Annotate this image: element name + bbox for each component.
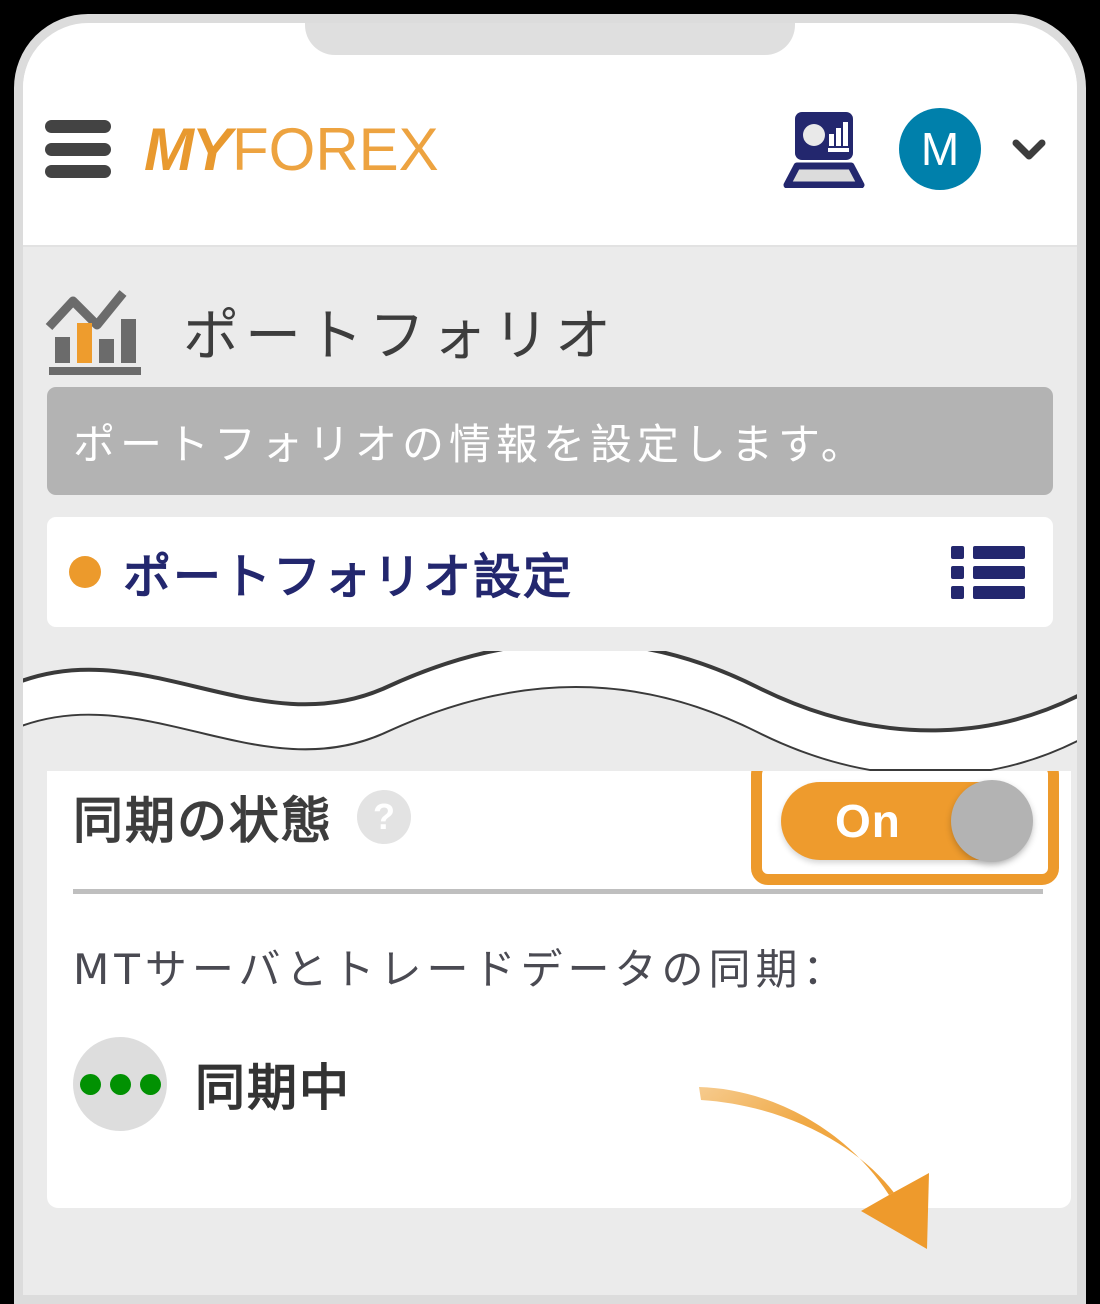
brand-logo[interactable]: MY FOREX (144, 115, 439, 184)
page-body: ポートフォリオ ポートフォリオの情報を設定します。 ポートフォリオ設定 同期の状… (23, 245, 1077, 1295)
phone-frame: MY FOREX M ポートフォリオ ポートフォリオの情報を設定します。 ポート… (14, 14, 1086, 1304)
help-question-icon[interactable]: ? (357, 790, 411, 844)
hamburger-menu-icon[interactable] (45, 120, 111, 178)
laptop-chart-icon[interactable] (781, 110, 873, 188)
portfolio-description-banner: ポートフォリオの情報を設定します。 (47, 387, 1053, 495)
bullet-dot-icon (69, 556, 101, 588)
three-green-dots-icon (73, 1037, 167, 1131)
header-actions: M (781, 108, 1051, 190)
sync-status-label: 同期中 (195, 1059, 351, 1117)
chevron-down-icon[interactable] (1007, 127, 1051, 171)
avatar[interactable]: M (899, 108, 981, 190)
sync-toggle-label: On (835, 795, 901, 847)
phone-notch (305, 23, 795, 55)
page-title: ポートフォリオ (183, 303, 617, 369)
portfolio-description-text: ポートフォリオの情報を設定します。 (73, 419, 868, 469)
brand-logo-my: MY (144, 115, 232, 183)
hamburger-bar (45, 142, 111, 156)
divider-line (73, 889, 1043, 894)
sync-toggle-switch[interactable]: On (781, 780, 1033, 862)
sync-status-row: 同期中 On (73, 757, 1059, 1131)
hamburger-bar (45, 120, 111, 133)
list-bullets-icon[interactable] (951, 544, 1025, 600)
hamburger-bar (45, 165, 111, 178)
help-icon-label: ? (373, 796, 395, 837)
portfolio-settings-label: ポートフォリオ設定 (123, 549, 574, 605)
bar-chart-icon (45, 290, 141, 375)
portfolio-settings-row[interactable]: ポートフォリオ設定 (47, 517, 1053, 627)
brand-logo-forex: FOREX (232, 115, 439, 183)
page-title-row: ポートフォリオ (23, 247, 1077, 387)
avatar-initial: M (920, 123, 960, 175)
toggle-highlight-box: On (751, 757, 1059, 885)
sync-heading: 同期の状態 (73, 792, 333, 850)
sync-subtitle: MTサーバとトレードデータの同期： (73, 945, 850, 994)
green-dot (79, 1073, 101, 1095)
green-dot (139, 1073, 161, 1095)
app-header: MY FOREX M (23, 53, 1077, 245)
sync-toggle-knob[interactable] (951, 780, 1033, 862)
sync-status-card: 同期の状態 ? MTサーバとトレードデータの同期： 同期中 On (47, 743, 1071, 1208)
wavy-section-divider (23, 651, 1077, 771)
green-dot (109, 1073, 131, 1095)
